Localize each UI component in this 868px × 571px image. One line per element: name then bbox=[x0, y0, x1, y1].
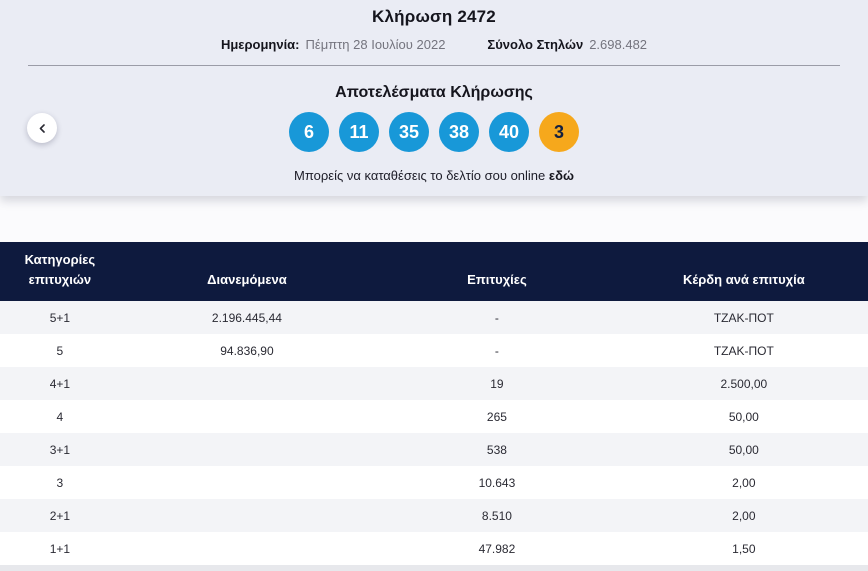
date-value: Πέμπτη 28 Ιουλίου 2022 bbox=[305, 37, 446, 52]
results-heading: Αποτελέσματα Κλήρωσης bbox=[335, 84, 533, 101]
cell-prize: 2.500,00 bbox=[720, 376, 768, 391]
total-columns-value: 2.698.482 bbox=[589, 37, 648, 52]
prize-table-header: Κατηγορίες επιτυχιών Διανεμόμενα Επιτυχί… bbox=[0, 242, 868, 301]
winning-number-ball: 6 bbox=[289, 112, 329, 152]
cell-category: 4 bbox=[56, 409, 64, 424]
winning-number-ball: 11 bbox=[339, 112, 379, 152]
cell-category: 5 bbox=[56, 343, 64, 358]
cell-category: 2+1 bbox=[49, 508, 71, 523]
bottom-strip bbox=[0, 565, 868, 571]
cell-prize: 50,00 bbox=[728, 442, 759, 457]
online-submission-note: Μπορείς να καταθέσεις το δελτίο σου onli… bbox=[0, 168, 868, 183]
cell-category: 5+1 bbox=[49, 310, 71, 325]
table-row: 3+1 538 50,00 bbox=[0, 433, 868, 466]
column-header-winners: Επιτυχίες bbox=[467, 271, 527, 287]
winning-numbers: 6 11 35 38 40 3 bbox=[0, 112, 868, 152]
draw-title: Κλήρωση 2472 bbox=[372, 7, 496, 26]
cell-category: 3 bbox=[56, 475, 64, 490]
draw-panel: Κλήρωση 2472 Ημερομηνία: Πέμπτη 28 Ιουλί… bbox=[0, 0, 868, 196]
table-row: 5 94.836,90 - ΤΖΑΚ-ΠΟΤ bbox=[0, 334, 868, 367]
divider bbox=[28, 65, 840, 66]
winning-number-ball: 35 bbox=[389, 112, 429, 152]
cell-prize: 2,00 bbox=[732, 508, 756, 523]
cell-winners: 265 bbox=[486, 409, 507, 424]
cell-category: 1+1 bbox=[49, 541, 71, 556]
cell-category: 4+1 bbox=[49, 376, 71, 391]
cell-winners: 19 bbox=[490, 376, 504, 391]
cell-category: 3+1 bbox=[49, 442, 71, 457]
date-label: Ημερομηνία: bbox=[220, 37, 300, 52]
prize-table: Κατηγορίες επιτυχιών Διανεμόμενα Επιτυχί… bbox=[0, 242, 868, 565]
cell-prize: 1,50 bbox=[732, 541, 756, 556]
table-row: 4 265 50,00 bbox=[0, 400, 868, 433]
draw-meta: Ημερομηνία: Πέμπτη 28 Ιουλίου 2022 Σύνολ… bbox=[0, 37, 868, 52]
table-row: 1+1 47.982 1,50 bbox=[0, 532, 868, 565]
winning-number-ball: 38 bbox=[439, 112, 479, 152]
cell-prize: 50,00 bbox=[728, 409, 759, 424]
draw-date: Ημερομηνία: Πέμπτη 28 Ιουλίου 2022 bbox=[221, 37, 445, 52]
table-row: 2+1 8.510 2,00 bbox=[0, 499, 868, 532]
winning-number-ball: 40 bbox=[489, 112, 529, 152]
cell-prize: ΤΖΑΚ-ΠΟΤ bbox=[713, 310, 774, 325]
cell-distributed: 94.836,90 bbox=[220, 343, 274, 358]
cell-prize: ΤΖΑΚ-ΠΟΤ bbox=[713, 343, 774, 358]
cell-prize: 2,00 bbox=[732, 475, 756, 490]
cell-distributed: 2.196.445,44 bbox=[211, 310, 282, 325]
joker-number-ball: 3 bbox=[539, 112, 579, 152]
column-header-prize: Κέρδη ανά επιτυχία bbox=[682, 271, 805, 287]
cell-winners: - bbox=[494, 343, 499, 358]
table-row: 4+1 19 2.500,00 bbox=[0, 367, 868, 400]
column-header-distributed: Διανεμόμενα bbox=[207, 271, 287, 287]
cell-winners: 8.510 bbox=[481, 508, 512, 523]
cell-winners: 47.982 bbox=[478, 541, 516, 556]
table-row: 5+1 2.196.445,44 - ΤΖΑΚ-ΠΟΤ bbox=[0, 301, 868, 334]
online-submission-link[interactable]: εδώ bbox=[549, 168, 574, 183]
total-columns-label: Σύνολο Στηλών bbox=[487, 37, 584, 52]
lottery-results-page: Κλήρωση 2472 Ημερομηνία: Πέμπτη 28 Ιουλί… bbox=[0, 0, 868, 571]
total-columns: Σύνολο Στηλών 2.698.482 bbox=[487, 37, 647, 52]
cell-winners: - bbox=[494, 310, 499, 325]
previous-draw-button[interactable] bbox=[27, 113, 57, 143]
online-note-text: Μπορείς να καταθέσεις το δελτίο σου onli… bbox=[294, 168, 546, 183]
chevron-left-icon bbox=[38, 123, 47, 133]
cell-winners: 10.643 bbox=[478, 475, 516, 490]
spacer-section bbox=[0, 196, 868, 242]
column-header-categories: Κατηγορίες επιτυχιών bbox=[24, 252, 96, 287]
table-row: 3 10.643 2,00 bbox=[0, 466, 868, 499]
cell-winners: 538 bbox=[486, 442, 507, 457]
